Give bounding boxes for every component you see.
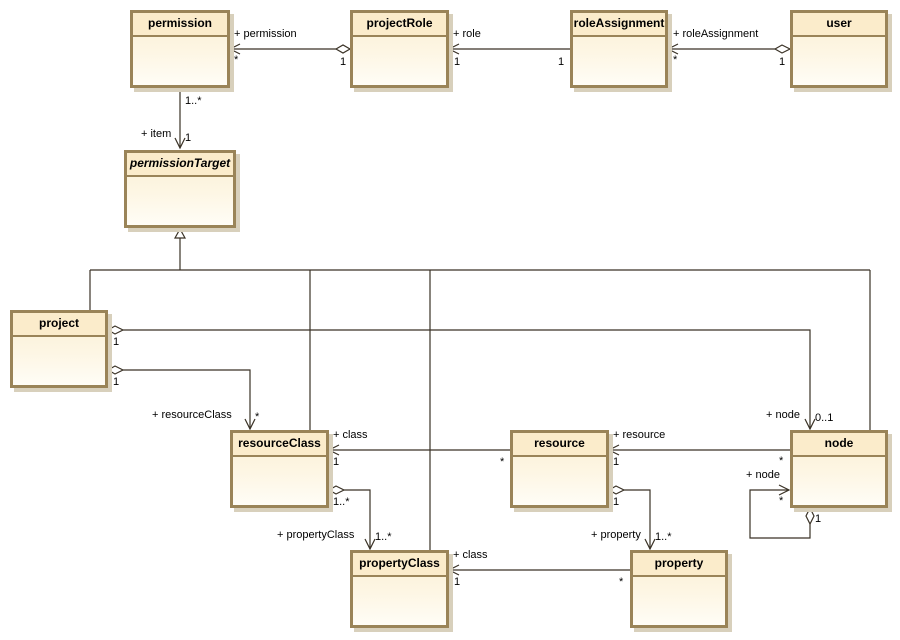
- mult-item-target: 1: [185, 132, 192, 144]
- class-propertyClass[interactable]: propertyClass: [350, 550, 449, 628]
- aggregation-diamond-node-self: [805, 506, 815, 526]
- class-name: node: [793, 433, 885, 457]
- mult-property-class-source: *: [619, 576, 624, 588]
- aggregation-diamond-resourceClass: [327, 485, 346, 495]
- generalization-triangle: [173, 227, 187, 239]
- mult-resource-property-source: 1: [613, 496, 620, 508]
- class-name: permission: [133, 13, 227, 37]
- role-label-class-resource: + class: [333, 429, 368, 441]
- mult-resourceClass-propertyClass-target: 1..*: [375, 531, 392, 543]
- class-name: user: [793, 13, 885, 37]
- mult-node-self-source: 1: [815, 513, 822, 525]
- mult-project-resourceClass-source: 1: [113, 376, 120, 388]
- class-name: roleAssignment: [573, 13, 665, 37]
- role-label-item: + item: [141, 128, 172, 140]
- aggregation-diamond-user: [773, 44, 792, 54]
- class-roleAssignment[interactable]: roleAssignment: [570, 10, 668, 88]
- mult-project-node-source: 1: [113, 336, 120, 348]
- role-label-permission: + permission: [234, 28, 297, 40]
- mult-resource-property-target: 1..*: [655, 531, 672, 543]
- mult-project-resourceClass-target: *: [255, 411, 260, 423]
- role-label-class-property: + class: [453, 549, 488, 561]
- mult-node-resource-target: 1: [613, 456, 620, 468]
- role-label-node-self: + node: [746, 469, 780, 481]
- class-name: permissionTarget: [127, 153, 233, 177]
- mult-resource-class-source: *: [500, 456, 505, 468]
- class-property[interactable]: property: [630, 550, 728, 628]
- class-name: propertyClass: [353, 553, 446, 577]
- role-label-propertyClass: + propertyClass: [277, 529, 355, 541]
- class-name: projectRole: [353, 13, 446, 37]
- mult-project-node-target: 0..1: [815, 412, 834, 424]
- aggregation-diamond-projectRole: [334, 44, 352, 54]
- role-label-node: + node: [766, 409, 800, 421]
- class-name: resource: [513, 433, 606, 457]
- class-resource[interactable]: resource: [510, 430, 609, 508]
- role-label-role: + role: [453, 28, 481, 40]
- mult-role-target: 1: [454, 56, 461, 68]
- class-projectRole[interactable]: projectRole: [350, 10, 449, 88]
- role-label-property: + property: [591, 529, 641, 541]
- aggregation-diamond-project-node: [106, 325, 125, 335]
- mult-user-end: 1: [779, 56, 786, 68]
- class-name: resourceClass: [233, 433, 326, 457]
- mult-permission-item-source: 1..*: [185, 95, 202, 107]
- role-label-roleAssignment: + roleAssignment: [673, 28, 759, 40]
- mult-permission-end: *: [234, 54, 239, 66]
- diagram-canvas: [89, 43, 871, 576]
- mult-resourceClass-propertyClass-source: 1..*: [333, 496, 350, 508]
- class-permission[interactable]: permission: [130, 10, 230, 88]
- class-name: property: [633, 553, 725, 577]
- class-resourceClass[interactable]: resourceClass: [230, 430, 329, 508]
- aggregation-diamond-project-resourceClass: [106, 365, 125, 375]
- mult-property-class-target: 1: [454, 576, 461, 588]
- role-label-resourceClass: + resourceClass: [152, 409, 232, 421]
- class-node[interactable]: node: [790, 430, 888, 508]
- mult-roleAssignment-end: *: [673, 54, 678, 66]
- mult-role-source: 1: [558, 56, 565, 68]
- class-permissionTarget[interactable]: permissionTarget: [124, 150, 236, 228]
- class-project[interactable]: project: [10, 310, 108, 388]
- aggregation-diamond-resource: [607, 485, 626, 495]
- mult-resource-class-target: 1: [333, 456, 340, 468]
- class-user[interactable]: user: [790, 10, 888, 88]
- mult-node-self-target: *: [779, 495, 784, 507]
- role-label-resource: + resource: [613, 429, 666, 441]
- mult-node-resource-source: *: [779, 455, 784, 467]
- mult-projectRole-end: 1: [340, 56, 347, 68]
- class-name: project: [13, 313, 105, 337]
